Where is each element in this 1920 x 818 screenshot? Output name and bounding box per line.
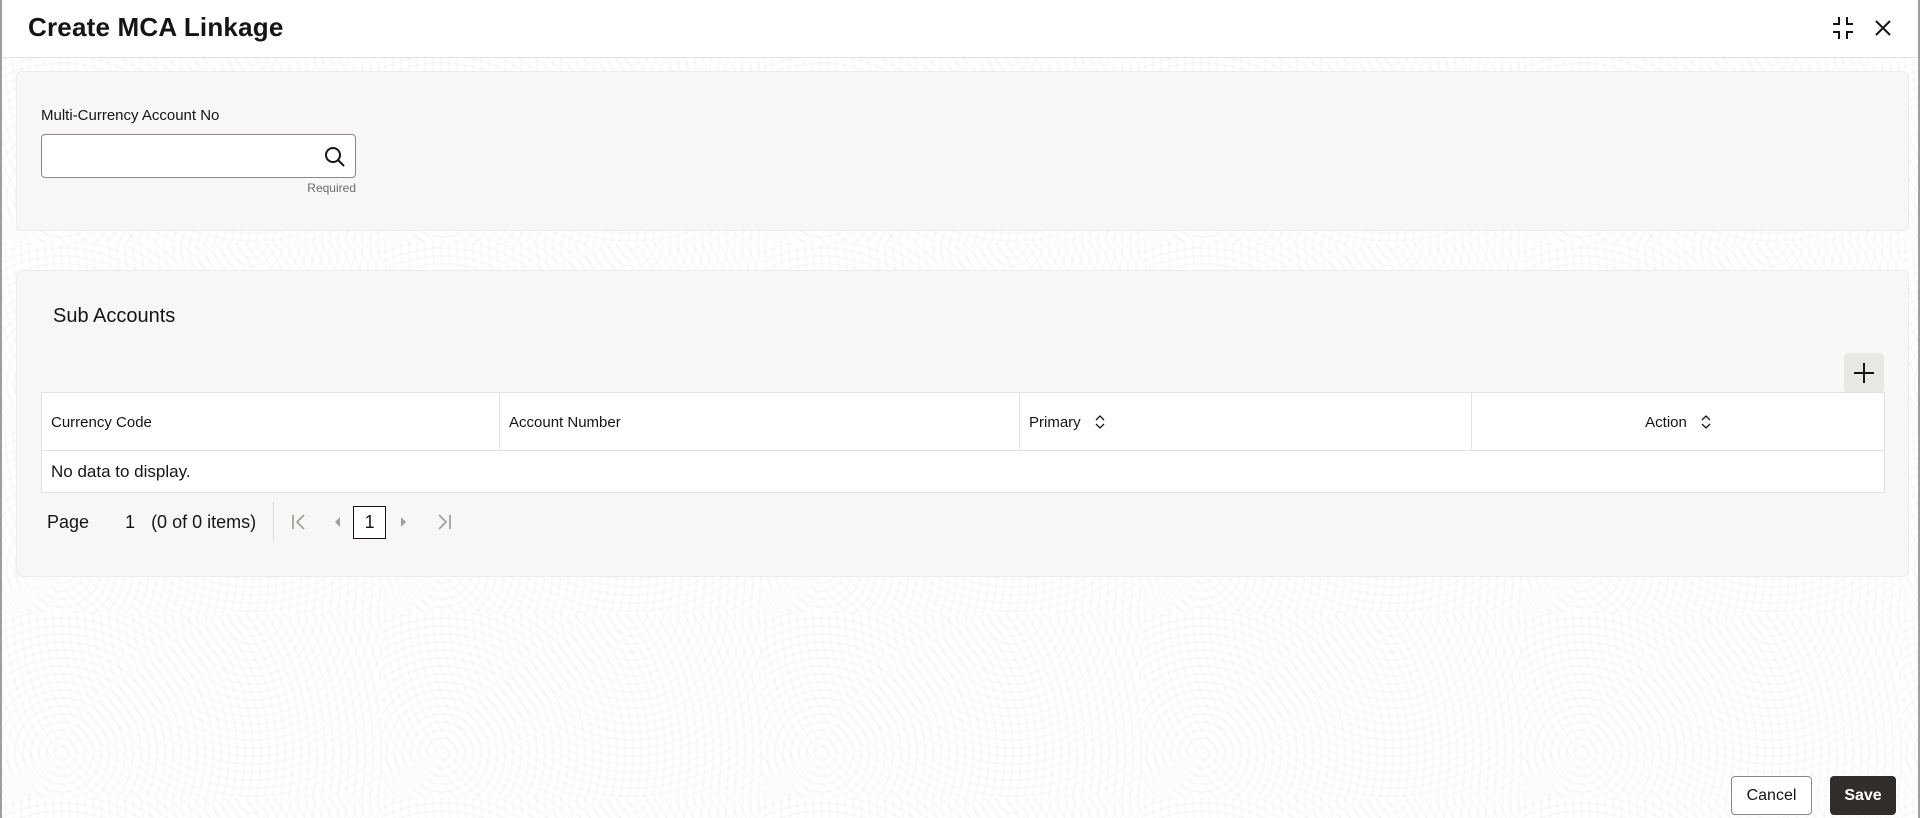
add-sub-account-button[interactable]: [1844, 353, 1884, 393]
account-field: [41, 134, 356, 178]
current-page-button[interactable]: 1: [353, 505, 387, 539]
minimize-icon: [1833, 17, 1853, 39]
column-label: Currency Code: [51, 413, 152, 431]
column-label: Primary: [1029, 413, 1081, 431]
dialog-header: Create MCA Linkage: [2, 0, 1918, 58]
items-count: (0 of 0 items): [151, 511, 257, 532]
first-page-button[interactable]: [289, 506, 309, 538]
required-hint: Required: [307, 181, 356, 195]
sub-accounts-title: Sub Accounts: [53, 305, 176, 327]
pager-divider: [273, 502, 275, 542]
next-page-button[interactable]: [396, 506, 412, 538]
sort-icon[interactable]: [1095, 414, 1105, 430]
first-page-icon: [292, 514, 305, 530]
save-button[interactable]: Save: [1830, 776, 1896, 815]
sub-accounts-table: Currency Code Account Number Primary Act…: [41, 392, 1885, 493]
column-header-primary[interactable]: Primary: [1020, 393, 1472, 451]
page-number-input[interactable]: 1: [125, 512, 135, 533]
column-header-account-number[interactable]: Account Number: [500, 393, 1020, 451]
column-header-currency-code[interactable]: Currency Code: [42, 393, 500, 451]
account-panel: Multi-Currency Account No Required: [16, 71, 1909, 231]
next-page-icon: [401, 517, 407, 527]
cancel-button[interactable]: Cancel: [1731, 776, 1812, 815]
last-page-icon: [438, 514, 451, 530]
account-field-label: Multi-Currency Account No: [41, 107, 220, 124]
column-label: Action: [1645, 413, 1687, 431]
pagination: Page 1 (0 of 0 items) 1: [41, 499, 454, 545]
account-search-button[interactable]: [323, 145, 347, 169]
column-header-action[interactable]: Action: [1472, 393, 1884, 451]
close-button[interactable]: [1869, 14, 1897, 42]
previous-page-icon: [335, 517, 341, 527]
empty-table-message: No data to display.: [51, 461, 191, 481]
create-mca-linkage-dialog: Create MCA Linkage Multi-Currency Accoun…: [0, 0, 1920, 818]
page-label: Page: [47, 511, 90, 532]
table-header: Currency Code Account Number Primary Act…: [42, 393, 1884, 451]
close-icon: [1875, 20, 1891, 36]
column-label: Account Number: [509, 413, 621, 431]
multi-currency-account-input[interactable]: [42, 135, 312, 177]
plus-icon: [1854, 363, 1874, 383]
previous-page-button[interactable]: [329, 506, 345, 538]
dialog-title: Create MCA Linkage: [28, 12, 284, 42]
minimize-button[interactable]: [1829, 14, 1857, 42]
last-page-button[interactable]: [434, 506, 454, 538]
search-icon: [325, 147, 345, 167]
sort-icon[interactable]: [1701, 414, 1711, 430]
sub-accounts-panel: Sub Accounts Currency Code Account Numbe…: [16, 270, 1909, 577]
